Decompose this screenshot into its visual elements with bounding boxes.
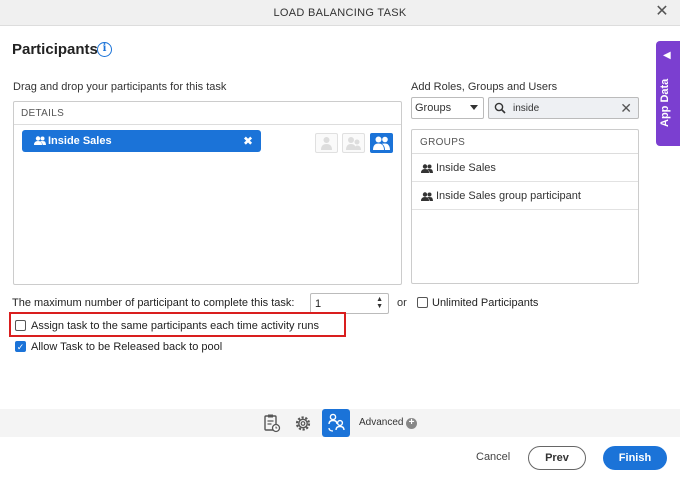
search-icon	[494, 102, 506, 117]
clear-search-icon[interactable]: ✕	[620, 100, 632, 117]
groups-header: GROUPS	[412, 130, 638, 154]
group-icon	[34, 136, 46, 148]
max-participants-stepper[interactable]: 1 ▲ ▼	[310, 293, 389, 314]
prev-button[interactable]: Prev	[528, 446, 586, 470]
group-icon	[421, 192, 433, 204]
single-user-button[interactable]	[315, 133, 338, 153]
same-participants-checkbox[interactable]	[15, 320, 26, 331]
drag-instruction: Drag and drop your participants for this…	[13, 81, 227, 93]
search-value: inside	[513, 103, 540, 114]
multi-user-icon	[346, 137, 361, 150]
list-item-label: Inside Sales group participant	[436, 190, 581, 202]
remove-chip-icon[interactable]: ✖	[243, 134, 253, 148]
details-header: DETAILS	[14, 102, 401, 125]
add-roles-label: Add Roles, Groups and Users	[411, 81, 558, 93]
group-icon	[373, 136, 390, 150]
max-participants-label: The maximum number of participant to com…	[12, 297, 295, 309]
group-button[interactable]	[370, 133, 393, 153]
unlimited-checkbox[interactable]	[417, 297, 428, 308]
chevron-left-icon: ◀	[663, 50, 671, 61]
unlimited-label: Unlimited Participants	[432, 297, 539, 309]
release-label: Allow Task to be Released back to pool	[31, 341, 223, 353]
max-participants-value: 1	[315, 298, 322, 310]
or-label: or	[397, 297, 407, 309]
groups-list: GROUPS Inside Sales Inside Sales group p…	[411, 129, 639, 284]
advanced-label[interactable]: Advanced	[359, 417, 403, 428]
plus-circle-icon[interactable]: +	[406, 418, 417, 429]
dialog-titlebar: LOAD BALANCING TASK ✕	[0, 0, 680, 26]
chip-label: Inside Sales	[48, 135, 112, 147]
task-clipboard-icon[interactable]	[259, 411, 285, 436]
list-item[interactable]: Inside Sales	[412, 154, 638, 182]
stepper-arrows-icon[interactable]: ▲ ▼	[376, 296, 383, 310]
list-item-label: Inside Sales	[436, 162, 496, 174]
single-user-icon	[321, 137, 332, 150]
cancel-button[interactable]: Cancel	[476, 451, 510, 463]
selected-participant-chip[interactable]: Inside Sales ✖	[22, 130, 261, 152]
dialog-title: LOAD BALANCING TASK	[273, 7, 407, 19]
search-input[interactable]: inside ✕	[488, 97, 639, 119]
filter-select-value: Groups	[415, 102, 452, 114]
app-data-tab[interactable]: ◀ App Data	[656, 41, 680, 146]
chevron-down-icon	[470, 105, 478, 110]
close-icon[interactable]: ✕	[654, 4, 670, 20]
details-dropzone[interactable]: DETAILS Inside Sales ✖	[13, 101, 402, 285]
info-icon[interactable]: i	[97, 42, 112, 57]
app-data-label: App Data	[659, 78, 671, 127]
group-icon	[421, 164, 433, 176]
participants-flow-icon[interactable]	[322, 409, 350, 437]
page-title: Participants	[12, 41, 98, 58]
settings-gear-icon[interactable]	[290, 411, 316, 436]
finish-button[interactable]: Finish	[603, 446, 667, 470]
release-checkbox[interactable]: ✓	[15, 341, 26, 352]
same-participants-label: Assign task to the same participants eac…	[31, 320, 319, 332]
filter-select[interactable]: Groups	[411, 97, 484, 119]
list-item[interactable]: Inside Sales group participant	[412, 182, 638, 210]
multi-user-button[interactable]	[342, 133, 365, 153]
